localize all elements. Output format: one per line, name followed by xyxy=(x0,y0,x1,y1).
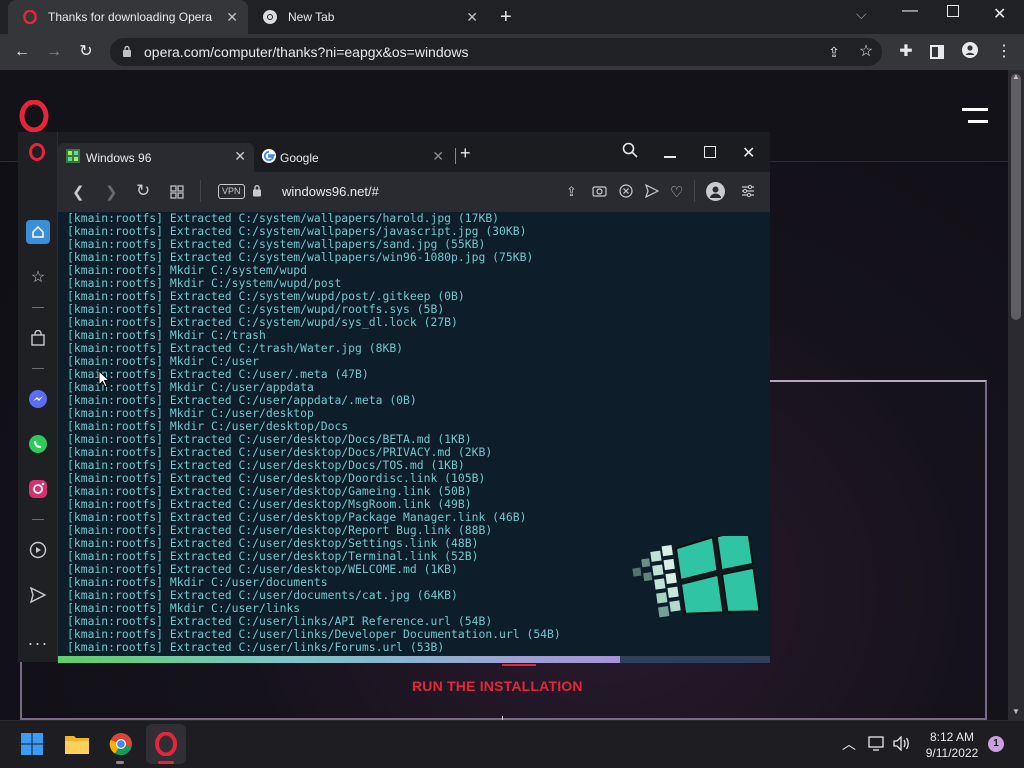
minimize-icon[interactable]: — xyxy=(902,2,918,20)
send-icon[interactable] xyxy=(18,580,58,610)
opera-tab-windows96[interactable]: Windows 96 ✕ xyxy=(58,143,254,172)
share-icon[interactable]: ⇪ xyxy=(824,42,844,62)
taskbar-clock[interactable]: 8:12 AM 9/11/2022 xyxy=(915,729,989,761)
easy-setup-icon[interactable] xyxy=(741,184,755,203)
scroll-down-arrow[interactable]: ▼ xyxy=(1012,707,1020,716)
opera-menu-logo[interactable] xyxy=(28,143,46,166)
opera-new-tab-icon[interactable]: + xyxy=(460,143,471,164)
opera-tab-google[interactable]: Google ✕ xyxy=(256,143,452,172)
clock-time: 8:12 AM xyxy=(929,730,975,744)
windows96-icon xyxy=(66,149,80,166)
close-tab-icon[interactable]: ✕ xyxy=(466,9,478,26)
close-tab-icon[interactable]: ✕ xyxy=(226,9,238,26)
adblock-icon[interactable] xyxy=(619,184,633,203)
terminal-output: [kmain:rootfs] Extracted C:/system/wallp… xyxy=(67,212,561,654)
profile-icon[interactable] xyxy=(960,42,980,62)
tab-search-icon[interactable] xyxy=(622,142,638,163)
close-tab-icon[interactable]: ✕ xyxy=(234,148,246,165)
opera-back-icon[interactable]: ❮ xyxy=(72,183,85,201)
close-window-icon[interactable]: ✕ xyxy=(993,4,1006,24)
menu-kebab-icon[interactable]: ⋮ xyxy=(994,42,1014,62)
network-icon[interactable] xyxy=(868,736,886,756)
tab-search-icon[interactable]: ⌵ xyxy=(856,6,867,23)
whatsapp-icon[interactable] xyxy=(18,429,58,459)
opera-url-text[interactable]: windows96.net/# xyxy=(282,184,379,199)
heart-icon[interactable]: ♡ xyxy=(670,183,683,201)
url-text: opera.com/computer/thanks?ni=eapgx&os=wi… xyxy=(144,44,469,60)
extensions-icon[interactable]: ✚ xyxy=(896,42,916,62)
shopping-bag-icon[interactable] xyxy=(18,323,58,353)
close-tab-icon[interactable]: ✕ xyxy=(432,148,444,165)
side-panel-icon[interactable] xyxy=(930,45,944,59)
scroll-up-arrow[interactable]: ▲ xyxy=(1012,72,1020,81)
tab-opera-thanks[interactable]: Thanks for downloading Opera ✕ xyxy=(8,0,248,34)
share-icon[interactable]: ⇪ xyxy=(566,184,577,200)
chrome-icon[interactable] xyxy=(105,728,137,760)
opera-icon xyxy=(22,9,38,25)
home-icon[interactable] xyxy=(18,217,58,247)
windows96-logo xyxy=(632,526,761,649)
bookmark-star-icon[interactable]: ☆ xyxy=(856,42,876,62)
scrollbar-thumb[interactable] xyxy=(1011,74,1021,320)
more-icon[interactable]: ··· xyxy=(18,628,58,658)
restore-icon[interactable] xyxy=(947,5,959,17)
lock-icon xyxy=(122,45,132,60)
tab-title: Windows 96 xyxy=(86,150,152,165)
send-icon[interactable] xyxy=(644,183,660,203)
tab-title: Google xyxy=(280,150,319,165)
tab-title: New Tab xyxy=(288,10,335,24)
mouse-cursor-icon xyxy=(98,369,111,393)
file-explorer-icon[interactable] xyxy=(61,728,93,760)
volume-icon[interactable] xyxy=(893,735,911,756)
address-bar[interactable]: opera.com/computer/thanks?ni=eapgx&os=wi… xyxy=(110,38,882,66)
player-icon[interactable] xyxy=(18,535,58,565)
sidebar-separator xyxy=(32,519,44,520)
opera-close-icon[interactable]: ✕ xyxy=(742,143,755,163)
windows96-boot-terminal[interactable]: [kmain:rootfs] Extracted C:/system/wallp… xyxy=(58,212,770,656)
google-icon xyxy=(262,149,276,166)
tab-title: Thanks for downloading Opera xyxy=(48,10,213,24)
reload-icon[interactable]: ↻ xyxy=(76,42,96,62)
hamburger-menu-icon[interactable] xyxy=(962,108,988,129)
vpn-badge[interactable]: VPN xyxy=(218,184,245,199)
tray-chevron-icon[interactable]: ︿ xyxy=(842,734,856,754)
sidebar-separator xyxy=(32,307,44,308)
opera-minimize-icon[interactable] xyxy=(664,156,676,158)
instagram-icon[interactable] xyxy=(18,474,58,504)
messenger-icon[interactable] xyxy=(18,384,58,414)
camera-icon[interactable] xyxy=(592,184,607,202)
opera-profile-icon[interactable] xyxy=(706,182,725,206)
toolbar-divider xyxy=(694,180,695,202)
speed-dial-star-icon[interactable]: ☆ xyxy=(18,262,58,292)
active-app-indicator xyxy=(158,761,174,764)
opera-icon[interactable] xyxy=(150,728,182,760)
chrome-icon xyxy=(262,9,278,25)
tab-new-tab[interactable]: New Tab ✕ xyxy=(248,0,488,34)
sidebar-separator xyxy=(32,368,44,369)
step-divider xyxy=(502,664,536,666)
opera-reload-icon[interactable]: ↻ xyxy=(136,181,150,201)
windows-start-icon[interactable] xyxy=(16,728,48,760)
terminal-line: [kmain:rootfs] Extracted C:/user/links/F… xyxy=(67,640,445,654)
notification-badge[interactable]: 1 xyxy=(988,736,1004,752)
new-tab-button[interactable]: + xyxy=(500,6,512,29)
toolbar-divider xyxy=(200,180,201,202)
forward-icon[interactable]: → xyxy=(44,42,64,62)
opera-forward-icon[interactable]: ❯ xyxy=(105,183,118,201)
tab-divider xyxy=(455,148,456,164)
back-icon[interactable]: ← xyxy=(12,42,32,62)
lock-icon xyxy=(252,184,262,202)
clock-date: 9/11/2022 xyxy=(925,746,979,760)
tabs-grid-icon[interactable] xyxy=(170,185,184,204)
run-installation-label: RUN THE INSTALLATION xyxy=(412,678,583,694)
opera-toolbar xyxy=(58,172,770,212)
boot-progress-bar xyxy=(58,656,621,663)
opera-maximize-icon[interactable] xyxy=(704,146,716,158)
running-indicator xyxy=(116,761,124,764)
